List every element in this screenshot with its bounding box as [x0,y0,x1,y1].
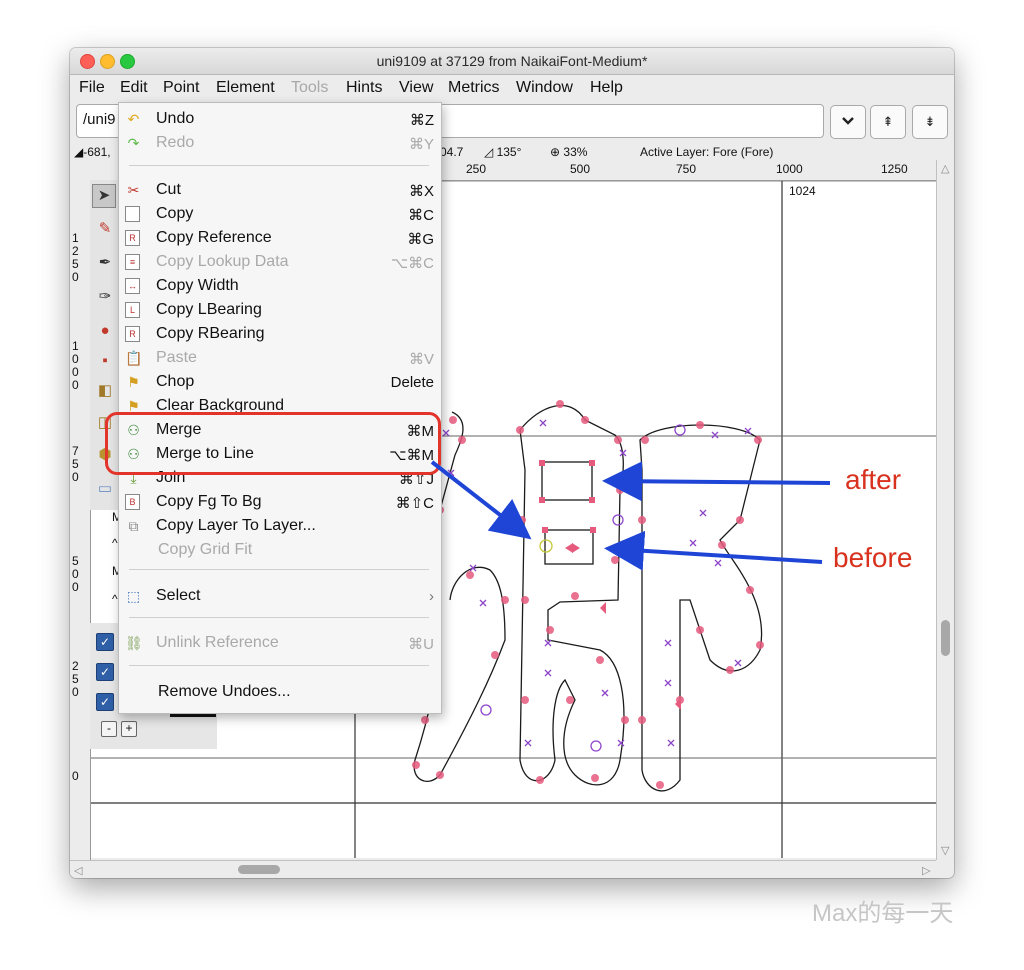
menu-item-paste[interactable]: 📋 Paste ⌘V [119,347,441,369]
copy-reference-icon: R [125,230,140,246]
copy-width-icon: ↔ [125,278,140,294]
copy-rbearing-icon: R [125,326,140,342]
menu-item-select[interactable]: ⬚ Select › [119,585,441,607]
menu-item-copy-rbearing-label: Copy RBearing [156,325,265,342]
menu-item-copy-layer-to-layer[interactable]: ⧉ Copy Layer To Layer... [119,515,441,537]
paste-icon: 📋 [125,350,143,366]
undo-icon: ↶ [127,111,140,127]
menu-item-copy-grid-fit-label: Copy Grid Fit [158,541,253,558]
menu-separator [129,665,429,666]
menu-separator [129,165,429,166]
select-arrow-icon: ⬚ [126,588,141,604]
redo-icon: ↷ [127,135,140,151]
menu-item-copy-grid-fit[interactable]: Copy Grid Fit [119,539,441,561]
menu-item-copy-reference-label: Copy Reference [156,229,272,246]
merge-highlight-box [105,412,441,475]
menu-item-copy-label: Copy [156,205,194,222]
menu-item-select-label: Select [156,587,201,604]
menu-item-copy-lbearing-label: Copy LBearing [156,301,262,318]
menu-item-copy-lbearing[interactable]: L Copy LBearing [119,299,441,321]
menu-item-copy-reference[interactable]: R Copy Reference ⌘G [119,227,441,249]
after-annotation: after [845,464,902,495]
menu-item-copy-fg-to-bg-label: Copy Fg To Bg [156,493,262,510]
copy-lookup-icon: ≡ [125,254,140,270]
menu-item-copy[interactable]: Copy ⌘C [119,203,441,225]
submenu-chevron-icon: › [429,588,434,605]
menu-item-remove-undoes-label: Remove Undoes... [158,683,291,700]
menu-item-chop-label: Chop [156,373,195,390]
menu-item-chop[interactable]: ⚑ Chop Delete [119,371,441,393]
menu-item-copy-width[interactable]: ↔ Copy Width [119,275,441,297]
menu-item-remove-undoes[interactable]: Remove Undoes... [119,681,441,703]
menu-item-copy-fg-to-bg-shortcut: ⌘⇧C [395,495,434,512]
menu-item-copy-lookup-data[interactable]: ≡ Copy Lookup Data ⌥⌘C [119,251,441,273]
edit-menu: ↶ Undo ⌘Z ↷ Redo ⌘Y ✂ Cut ⌘X Copy ⌘C R C… [118,102,442,714]
menu-item-cut[interactable]: ✂ Cut ⌘X [119,179,441,201]
menu-item-paste-shortcut: ⌘V [408,351,434,368]
menu-item-chop-shortcut: Delete [390,374,434,391]
menu-separator [129,617,429,618]
menu-item-undo-shortcut: ⌘Z [409,112,434,129]
scissors-icon: ✂ [127,182,140,198]
menu-item-unlink-reference-shortcut: ⌘U [408,636,434,653]
menu-item-paste-label: Paste [156,349,197,366]
copy-lbearing-icon: L [125,302,140,318]
menu-item-copy-lookup-data-label: Copy Lookup Data [156,253,289,270]
copy-fg-to-bg-icon: B [125,494,140,510]
menu-item-copy-lookup-data-shortcut: ⌥⌘C [390,255,434,272]
menu-item-cut-label: Cut [156,181,181,198]
menu-item-copy-fg-to-bg[interactable]: B Copy Fg To Bg ⌘⇧C [119,491,441,513]
menu-item-redo-shortcut: ⌘Y [408,136,434,153]
menu-item-copy-layer-to-layer-label: Copy Layer To Layer... [156,517,316,534]
menu-item-undo-label: Undo [156,110,195,127]
menu-item-cut-shortcut: ⌘X [408,183,434,200]
unlink-icon: ⛓ [125,635,143,651]
copy-layer-icon: ⧉ [128,518,139,534]
menu-item-copy-reference-shortcut: ⌘G [407,231,434,248]
menu-separator [129,569,429,570]
menu-item-copy-width-label: Copy Width [156,277,239,294]
before-annotation: before [833,542,913,573]
menu-item-copy-shortcut: ⌘C [408,207,434,224]
menu-item-redo-label: Redo [156,134,195,151]
menu-item-undo[interactable]: ↶ Undo ⌘Z [119,108,441,130]
menu-item-unlink-reference[interactable]: ⛓ Unlink Reference ⌘U [119,632,441,654]
watermark: Max的每一天 [812,900,954,927]
menu-item-copy-rbearing[interactable]: R Copy RBearing [119,323,441,345]
broom-icon: ⚑ [127,374,140,390]
copy-icon [125,206,140,222]
menu-item-unlink-reference-label: Unlink Reference [156,634,279,651]
menu-item-redo[interactable]: ↷ Redo ⌘Y [119,132,441,154]
